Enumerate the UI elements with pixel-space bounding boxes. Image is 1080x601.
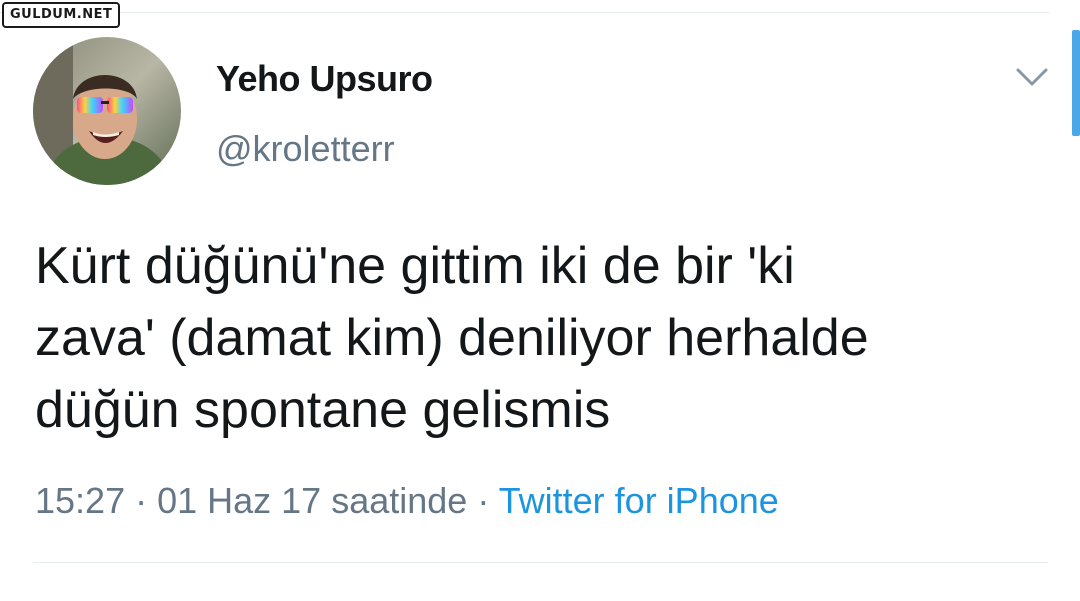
bottom-divider <box>33 562 1048 563</box>
watermark-logo: GULDUM.NET <box>2 2 121 28</box>
tweet-source-link[interactable]: Twitter for iPhone <box>499 480 779 521</box>
scroll-indicator[interactable] <box>1072 30 1080 136</box>
author-display-name[interactable]: Yeho Upsuro <box>216 58 433 100</box>
tweet-text-line: Kürt düğünü'ne gittim iki de bir 'ki <box>35 237 795 295</box>
meta-separator: · <box>467 480 499 521</box>
chevron-down-icon[interactable] <box>1012 62 1052 92</box>
tweet-time[interactable]: 15:27 <box>35 480 125 521</box>
top-divider <box>0 12 1050 13</box>
tweet-meta: 15:27 · 01 Haz 17 saatinde · Twitter for… <box>35 480 779 522</box>
avatar-image <box>33 37 181 185</box>
tweet-text-line: düğün spontane gelismis <box>35 381 611 439</box>
tweet-text: Kürt düğünü'ne gittim iki de bir 'ki zava… <box>35 230 1045 446</box>
author-handle[interactable]: @kroletterr <box>216 128 395 170</box>
meta-separator: · <box>125 480 158 521</box>
tweet-text-line: zava' (damat kim) deniliyor herhalde <box>35 309 869 367</box>
tweet-date[interactable]: 01 Haz 17 saatinde <box>157 480 467 521</box>
avatar[interactable] <box>33 37 181 185</box>
